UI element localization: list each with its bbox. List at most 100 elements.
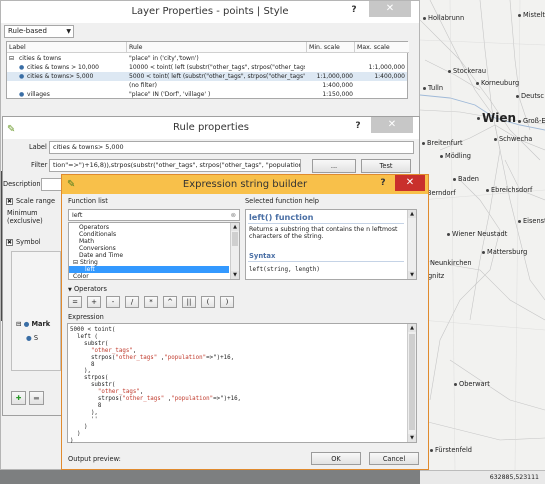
checkbox-checked-icon[interactable]: ✖ [6, 238, 13, 246]
rules-table[interactable]: Label Rule Min. scale Max. scale ⊟ cities… [6, 41, 409, 99]
city-dot-icon [440, 154, 443, 158]
window-title: Expression string builder [182, 179, 308, 190]
column-header-max-scale[interactable]: Max. scale [355, 42, 409, 53]
operator-button[interactable]: ^ [163, 296, 177, 308]
city-name: Fürstenfeld [435, 446, 472, 454]
scroll-up-icon[interactable]: ▲ [408, 324, 416, 332]
expression-scrollbar[interactable]: ▲ ▼ [407, 324, 416, 442]
function-tree-item[interactable]: Conditionals [69, 231, 229, 238]
help-button[interactable]: ? [349, 117, 367, 135]
rule-row[interactable]: ⊟ cities & towns "place" in ('city','town'… [7, 54, 407, 63]
scroll-up-icon[interactable]: ▲ [231, 223, 239, 231]
rule-properties-titlebar: ✎ Rule properties ? ✕ [3, 117, 419, 139]
remove-symbol-layer-icon[interactable]: ▬ [29, 391, 44, 405]
city-dot-icon [422, 141, 425, 145]
map-canvas[interactable]: Hollabrunn Mistelt Stockerau Tulln Korne… [420, 0, 545, 470]
function-tree-scrollbar[interactable]: ▲ ▼ [230, 223, 239, 279]
divider [248, 223, 404, 224]
function-tree-item[interactable]: Math [69, 238, 229, 245]
city-dot-icon [482, 250, 485, 254]
expression-editor[interactable]: 5000 < toint( left ( substr( "other_tags… [67, 323, 417, 444]
city-dot-icon [448, 69, 451, 73]
function-tree-item[interactable]: Operators [69, 224, 229, 231]
operator-button[interactable]: + [87, 296, 101, 308]
rule-expression: "place" in ('city','town') [129, 55, 199, 62]
close-button[interactable]: ✕ [395, 175, 425, 191]
city-name: Eisenst [523, 217, 545, 225]
expander-icon[interactable]: ⊟ [73, 259, 78, 266]
ok-button[interactable]: OK [311, 452, 361, 465]
function-search-input[interactable]: left ⊗ [68, 209, 240, 221]
expression-line: ), [70, 368, 91, 375]
scroll-down-icon[interactable]: ▼ [408, 271, 416, 279]
expression-builder-button[interactable]: ... [312, 159, 356, 173]
city-name: Stockerau [453, 67, 487, 75]
city-label: Mistelt [518, 11, 545, 19]
column-header-min-scale[interactable]: Min. scale [307, 42, 355, 53]
operator-button[interactable]: - [106, 296, 120, 308]
city-name: Oberwart [459, 380, 490, 388]
function-tree-item[interactable]: Conversions [69, 245, 229, 252]
expression-line: "other_tags", [90, 347, 137, 354]
function-tree-item[interactable]: ⊟ String [69, 259, 229, 266]
city-label: Mödling [440, 152, 471, 160]
expression-line: strpos("other_tags" ,"population"=>")+16… [70, 396, 242, 403]
rule-max-scale: 1:400,000 [374, 73, 405, 80]
column-header-label[interactable]: Label [7, 42, 127, 53]
column-header-rule[interactable]: Rule [127, 42, 307, 53]
symbol-group[interactable]: ✖ Symbol [6, 238, 41, 246]
function-tree-item[interactable]: Date and Time [69, 252, 229, 259]
function-item-label: Math [79, 238, 95, 245]
operator-button[interactable]: * [144, 296, 158, 308]
renderer-select[interactable]: Rule-based ▼ [4, 25, 74, 38]
operator-button[interactable]: || [182, 296, 196, 308]
rule-row[interactable]: cities & towns> 5,000 5000 < toint( left … [7, 72, 407, 81]
close-button[interactable]: ✕ [371, 117, 413, 133]
help-button[interactable]: ? [345, 1, 363, 19]
clear-search-icon[interactable]: ⊗ [231, 210, 236, 220]
filter-caption: Filter [31, 161, 48, 169]
expression-builder-window: ✎ Expression string builder ? ✕ Function… [61, 174, 429, 470]
expression-line: ) [70, 423, 88, 430]
operator-button[interactable]: ) [220, 296, 234, 308]
add-symbol-layer-icon[interactable]: ✚ [11, 391, 26, 405]
scroll-up-icon[interactable]: ▲ [408, 210, 416, 218]
rule-max-scale: 1:1,000,000 [368, 64, 405, 71]
operators-toggle[interactable]: ▼ Operators [68, 285, 107, 293]
operator-button[interactable]: ( [201, 296, 215, 308]
symbol-simple-item[interactable]: ● S [26, 334, 38, 342]
chevron-down-icon: ▼ [66, 28, 71, 35]
expression-line: 5000 < toint( [70, 327, 116, 333]
city-dot-icon [453, 177, 456, 181]
rule-row[interactable]: (no filter) 1:400,000 [7, 81, 407, 90]
function-tree-item[interactable]: left [69, 266, 229, 273]
operator-button[interactable]: = [68, 296, 82, 308]
rule-row[interactable]: cities & towns > 10,000 10000 < toint( le… [7, 63, 407, 72]
function-tree[interactable]: Operators Conditionals Math Conversions Date… [68, 222, 240, 280]
filter-field[interactable]: tion"=>")+16,8)),strpos(substr("other_ta… [49, 159, 301, 172]
expression-line: ), [70, 409, 98, 416]
scale-range-group[interactable]: ✖ Scale range [6, 197, 55, 205]
rule-row[interactable]: villages "place" IN ('Dorf', 'village' ) 1… [7, 90, 407, 99]
cancel-button[interactable]: Cancel [369, 452, 419, 465]
city-name: Berndorf [427, 189, 456, 197]
scroll-thumb[interactable] [409, 334, 415, 430]
scroll-down-icon[interactable]: ▼ [408, 434, 416, 442]
scroll-thumb[interactable] [232, 232, 238, 246]
city-dot-icon [518, 219, 521, 223]
scroll-down-icon[interactable]: ▼ [231, 271, 239, 279]
symbol-marker-item[interactable]: ⊟ ● Mark [16, 320, 50, 328]
test-button[interactable]: Test [361, 159, 411, 173]
function-tree-item[interactable]: Color [69, 273, 229, 280]
expression-line: "other_tags", [97, 389, 144, 396]
help-button[interactable]: ? [374, 175, 392, 191]
close-button[interactable]: ✕ [369, 1, 411, 17]
checkbox-checked-icon[interactable]: ✖ [6, 197, 13, 205]
function-list-label: Function list [68, 197, 108, 205]
city-label: Breitenfurt [422, 139, 463, 147]
label-field[interactable]: cities & towns> 5,000 [49, 141, 414, 154]
city-name: Mistelt [523, 11, 545, 19]
function-item-label: Operators [79, 224, 109, 231]
operator-button[interactable]: / [125, 296, 139, 308]
help-scrollbar[interactable]: ▲ ▼ [407, 210, 416, 279]
